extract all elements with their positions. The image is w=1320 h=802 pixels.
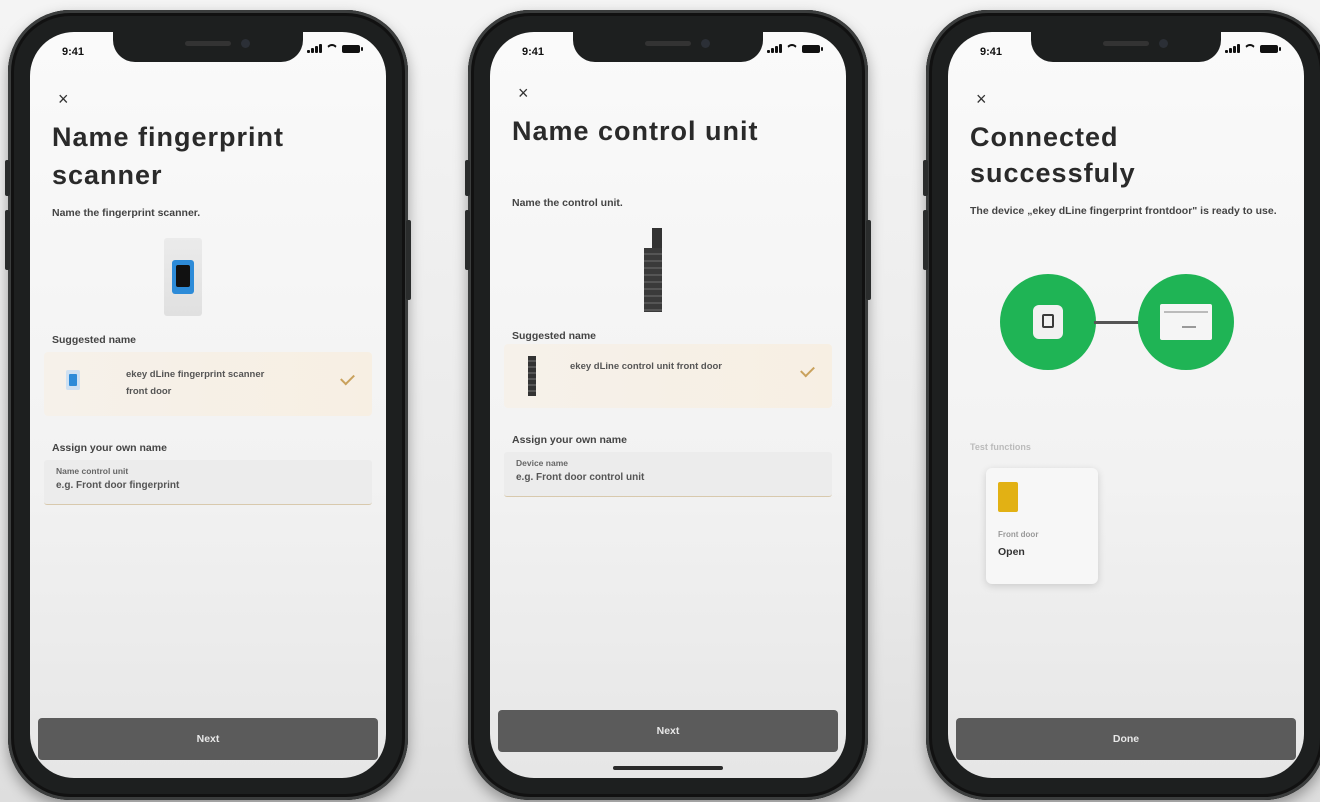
- assign-name-label: Assign your own name: [512, 434, 627, 446]
- power-button: [866, 220, 871, 300]
- phone-frame-3: 9:41 × Connected successfuly The device …: [923, 10, 1320, 800]
- input-placeholder: e.g. Front door fingerprint: [56, 480, 180, 491]
- page-description: The device „ekey dLine fingerprint front…: [970, 205, 1277, 217]
- suggested-name-label: Suggested name: [52, 334, 137, 346]
- suggested-name-text: ekey dLine fingerprint scanner front doo…: [126, 366, 316, 400]
- battery-icon: [1260, 45, 1281, 53]
- fingerprint-scanner-image: [164, 238, 202, 316]
- control-unit-circle: [1138, 274, 1234, 370]
- status-time: 9:41: [62, 46, 85, 58]
- close-icon[interactable]: ×: [976, 90, 987, 108]
- notch: [113, 32, 303, 62]
- done-button[interactable]: Done: [956, 718, 1296, 760]
- next-button[interactable]: Next: [38, 718, 378, 760]
- status-icons: [1225, 44, 1281, 53]
- volume-button: [5, 210, 10, 270]
- function-state: Open: [998, 546, 1025, 558]
- page-title-line1: Connected: [970, 122, 1119, 152]
- signal-icon: [307, 44, 322, 53]
- next-button[interactable]: Next: [498, 710, 838, 752]
- suggested-name-label: Suggested name: [512, 330, 597, 342]
- input-label: Name control unit: [56, 466, 129, 476]
- screen-name-control-unit: 9:41 × Name control unit Name the contro…: [490, 32, 846, 778]
- assign-name-label: Assign your own name: [52, 442, 167, 454]
- close-icon[interactable]: ×: [518, 84, 529, 102]
- side-button: [465, 160, 470, 196]
- suggested-name-option[interactable]: ekey dLine fingerprint scanner front doo…: [44, 352, 372, 416]
- side-button: [5, 160, 10, 196]
- battery-icon: [802, 45, 823, 53]
- signal-icon: [767, 44, 782, 53]
- wifi-icon: [1244, 44, 1256, 53]
- phone-frame-1: 9:41 × Name fingerprint scanner Name the…: [5, 10, 411, 800]
- notch: [1031, 32, 1221, 62]
- screen-connected-successfully: 9:41 × Connected successfuly The device …: [948, 32, 1304, 778]
- page-title-line1: Name fingerprint: [52, 122, 285, 152]
- relay-switch-icon: [998, 482, 1018, 512]
- page-subtitle: Name the fingerprint scanner.: [52, 207, 201, 219]
- function-name: Front door: [998, 530, 1039, 539]
- status-icons: [307, 44, 363, 53]
- control-unit-icon: [1160, 304, 1212, 340]
- function-card-front-door[interactable]: Front door Open: [986, 468, 1098, 584]
- connection-diagram: [1000, 274, 1236, 374]
- home-indicator: [613, 766, 723, 770]
- notch: [573, 32, 763, 62]
- status-time: 9:41: [522, 46, 545, 58]
- checkmark-icon: [340, 370, 355, 386]
- close-icon[interactable]: ×: [58, 90, 69, 108]
- input-label: Device name: [516, 458, 568, 468]
- wifi-icon: [786, 44, 798, 53]
- suggested-name-option[interactable]: ekey dLine control unit front door: [504, 344, 832, 408]
- page-title-line2: scanner: [52, 160, 163, 190]
- volume-button: [923, 210, 928, 270]
- volume-button: [465, 210, 470, 270]
- suggested-name-text: ekey dLine control unit front door: [570, 361, 722, 372]
- wifi-icon: [326, 44, 338, 53]
- test-functions-label: Test functions: [970, 442, 1031, 452]
- phone-frame-2: 9:41 × Name control unit Name the contro…: [465, 10, 871, 800]
- fingerprint-scanner-icon: [66, 370, 80, 390]
- fingerprint-device-circle: [1000, 274, 1096, 370]
- screen-name-fingerprint-scanner: 9:41 × Name fingerprint scanner Name the…: [30, 32, 386, 778]
- side-button: [923, 160, 928, 196]
- status-time: 9:41: [980, 46, 1003, 58]
- page-subtitle: Name the control unit.: [512, 197, 623, 209]
- connection-line: [1094, 321, 1140, 324]
- power-button: [406, 220, 411, 300]
- control-unit-image: [644, 228, 664, 318]
- battery-icon: [342, 45, 363, 53]
- control-unit-icon: [528, 356, 536, 396]
- device-name-input[interactable]: Name control unit e.g. Front door finger…: [44, 460, 372, 505]
- input-placeholder: e.g. Front door control unit: [516, 472, 645, 483]
- device-name-input[interactable]: Device name e.g. Front door control unit: [504, 452, 832, 497]
- page-title-line2: successfuly: [970, 158, 1136, 188]
- signal-icon: [1225, 44, 1240, 53]
- status-icons: [767, 44, 823, 53]
- checkmark-icon: [800, 362, 815, 378]
- page-title: Name control unit: [512, 116, 759, 146]
- fingerprint-scanner-icon: [1033, 305, 1063, 339]
- suggested-name-line2: front door: [126, 386, 172, 397]
- suggested-name-line1: ekey dLine fingerprint scanner: [126, 369, 265, 380]
